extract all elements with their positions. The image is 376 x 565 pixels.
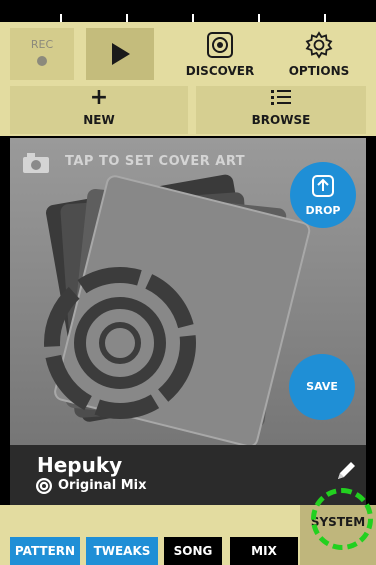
ruler-tick: [126, 14, 128, 22]
play-button[interactable]: [86, 28, 154, 80]
ruler-tick: [192, 14, 194, 22]
options-label: OPTIONS: [288, 64, 350, 78]
record-dot-icon: [37, 56, 47, 66]
camera-icon: [22, 152, 50, 178]
discover-button[interactable]: DISCOVER: [176, 28, 264, 80]
tab-tweaks[interactable]: TWEAKS: [86, 537, 158, 565]
record-button[interactable]: REC: [10, 28, 74, 80]
play-icon: [112, 43, 130, 65]
tab-song[interactable]: SONG: [164, 537, 222, 565]
tab-mix[interactable]: MIX: [230, 537, 298, 565]
gear-icon: [275, 30, 363, 64]
plus-icon: +: [89, 85, 109, 110]
song-title: Hepuky: [37, 453, 123, 477]
list-icon: [196, 88, 366, 112]
drop-label: DROP: [305, 204, 341, 217]
cover-art-area[interactable]: TAP TO SET COVER ART DROP SAVE: [10, 138, 366, 445]
ruler-tick: [258, 14, 260, 22]
discover-icon: [176, 30, 264, 64]
save-label: SAVE: [306, 380, 338, 393]
drop-button[interactable]: DROP: [290, 162, 356, 228]
tab-pattern[interactable]: PATTERN: [10, 537, 80, 565]
record-label: REC: [30, 38, 54, 51]
new-button[interactable]: + NEW: [10, 86, 188, 134]
options-button[interactable]: OPTIONS: [275, 28, 363, 80]
drop-icon: [290, 173, 356, 202]
timeline-ruler: [0, 0, 376, 22]
ruler-tick: [324, 14, 326, 22]
new-label: NEW: [83, 113, 115, 127]
save-button[interactable]: SAVE: [289, 354, 355, 420]
mix-type-label: Original Mix: [58, 478, 147, 493]
set-cover-art-label: TAP TO SET COVER ART: [65, 154, 246, 169]
browse-label: BROWSE: [251, 113, 311, 127]
system-highlight-ring: [311, 488, 373, 550]
track-info-panel: Hepuky Original Mix: [10, 445, 366, 505]
discover-label: DISCOVER: [185, 64, 255, 78]
ruler-tick: [60, 14, 62, 22]
record-disc-icon: [35, 477, 53, 499]
browse-button[interactable]: BROWSE: [196, 86, 366, 134]
top-toolbar: REC DISCOVER OPTIONS: [0, 22, 376, 86]
pencil-icon[interactable]: [334, 459, 358, 487]
secondary-toolbar: + NEW BROWSE: [0, 86, 376, 136]
